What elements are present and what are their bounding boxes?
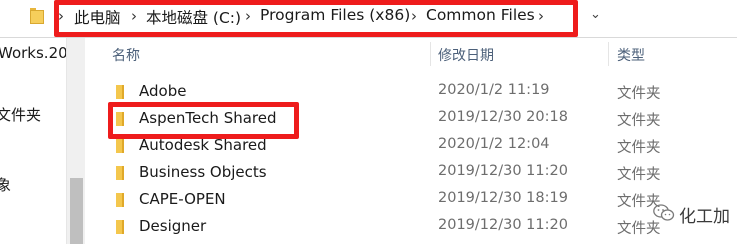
file-name: CAPE-OPEN xyxy=(139,190,226,208)
folder-icon xyxy=(30,8,44,24)
highlight-box xyxy=(54,0,578,37)
nav-scrollbar[interactable] xyxy=(66,38,85,244)
folder-icon xyxy=(116,85,124,99)
file-date: 2020/1/2 11:19 xyxy=(438,82,550,98)
table-row[interactable]: Adobe 2020/1/2 11:19 文件夹 xyxy=(86,78,737,105)
column-divider[interactable] xyxy=(430,42,431,66)
column-header: 名称 修改日期 类型 xyxy=(86,38,737,70)
folder-icon xyxy=(116,166,124,180)
scrollbar-thumb[interactable] xyxy=(70,178,83,244)
column-divider[interactable] xyxy=(608,42,609,66)
navigation-pane: Works.201 文件夹 象 xyxy=(0,38,66,244)
file-date: 2020/1/2 12:04 xyxy=(438,136,550,152)
file-type: 文件夹 xyxy=(617,113,661,129)
watermark: 化工加 xyxy=(653,200,737,230)
nav-item[interactable]: 文件夹 xyxy=(0,104,41,125)
highlight-box xyxy=(108,102,299,139)
file-name: Designer xyxy=(139,217,207,235)
column-date-modified[interactable]: 修改日期 xyxy=(438,45,494,65)
file-type: 文件夹 xyxy=(617,167,661,183)
file-date: 2019/12/30 11:20 xyxy=(438,217,568,233)
wechat-icon xyxy=(653,204,675,221)
nav-item[interactable]: Works.201 xyxy=(0,44,66,62)
folder-icon xyxy=(116,193,124,207)
table-row[interactable]: Designer 2019/12/30 11:20 文件夹 xyxy=(86,213,737,240)
file-name: Business Objects xyxy=(139,163,267,181)
watermark-text: 化工加 xyxy=(679,207,730,227)
folder-icon xyxy=(116,139,124,153)
file-date: 2019/12/30 18:19 xyxy=(438,190,568,206)
file-date: 2019/12/30 11:20 xyxy=(438,163,568,179)
table-row[interactable]: Business Objects 2019/12/30 11:20 文件夹 xyxy=(86,159,737,186)
nav-item[interactable]: 象 xyxy=(0,174,11,195)
address-bar[interactable]: › 此电脑 › 本地磁盘 (C:) › Program Files (x86) … xyxy=(0,0,737,38)
folder-icon xyxy=(116,220,124,234)
file-name: Adobe xyxy=(139,82,187,100)
column-name[interactable]: 名称 xyxy=(112,45,140,65)
file-date: 2019/12/30 20:18 xyxy=(438,109,568,125)
file-type: 文件夹 xyxy=(617,140,661,156)
table-row[interactable]: CAPE-OPEN 2019/12/30 18:19 文件夹 xyxy=(86,186,737,213)
column-type[interactable]: 类型 xyxy=(617,45,645,65)
file-type: 文件夹 xyxy=(617,86,661,102)
chevron-down-icon[interactable]: ⌄ xyxy=(590,7,601,22)
